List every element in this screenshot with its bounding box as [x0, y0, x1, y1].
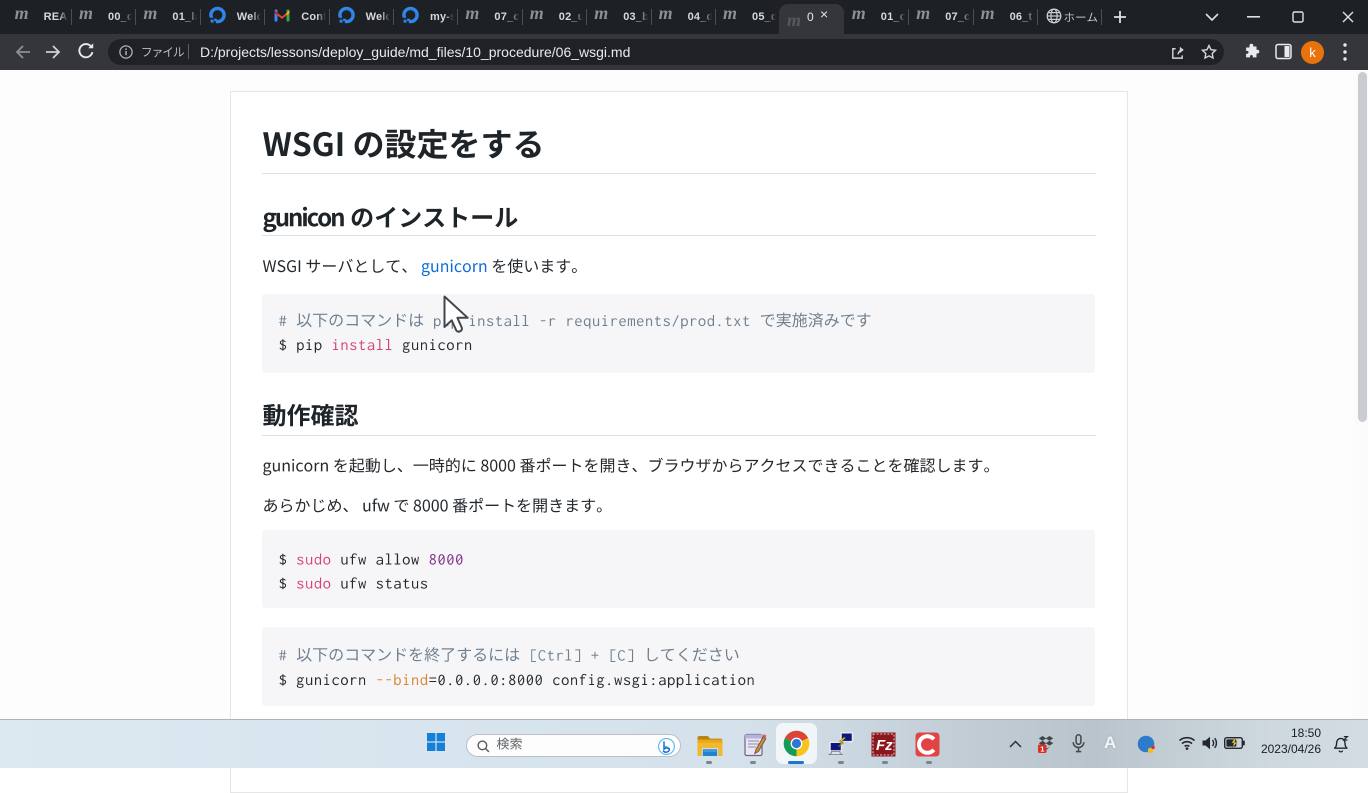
- svg-text:Fz: Fz: [876, 737, 893, 754]
- svg-text:1: 1: [1040, 744, 1044, 753]
